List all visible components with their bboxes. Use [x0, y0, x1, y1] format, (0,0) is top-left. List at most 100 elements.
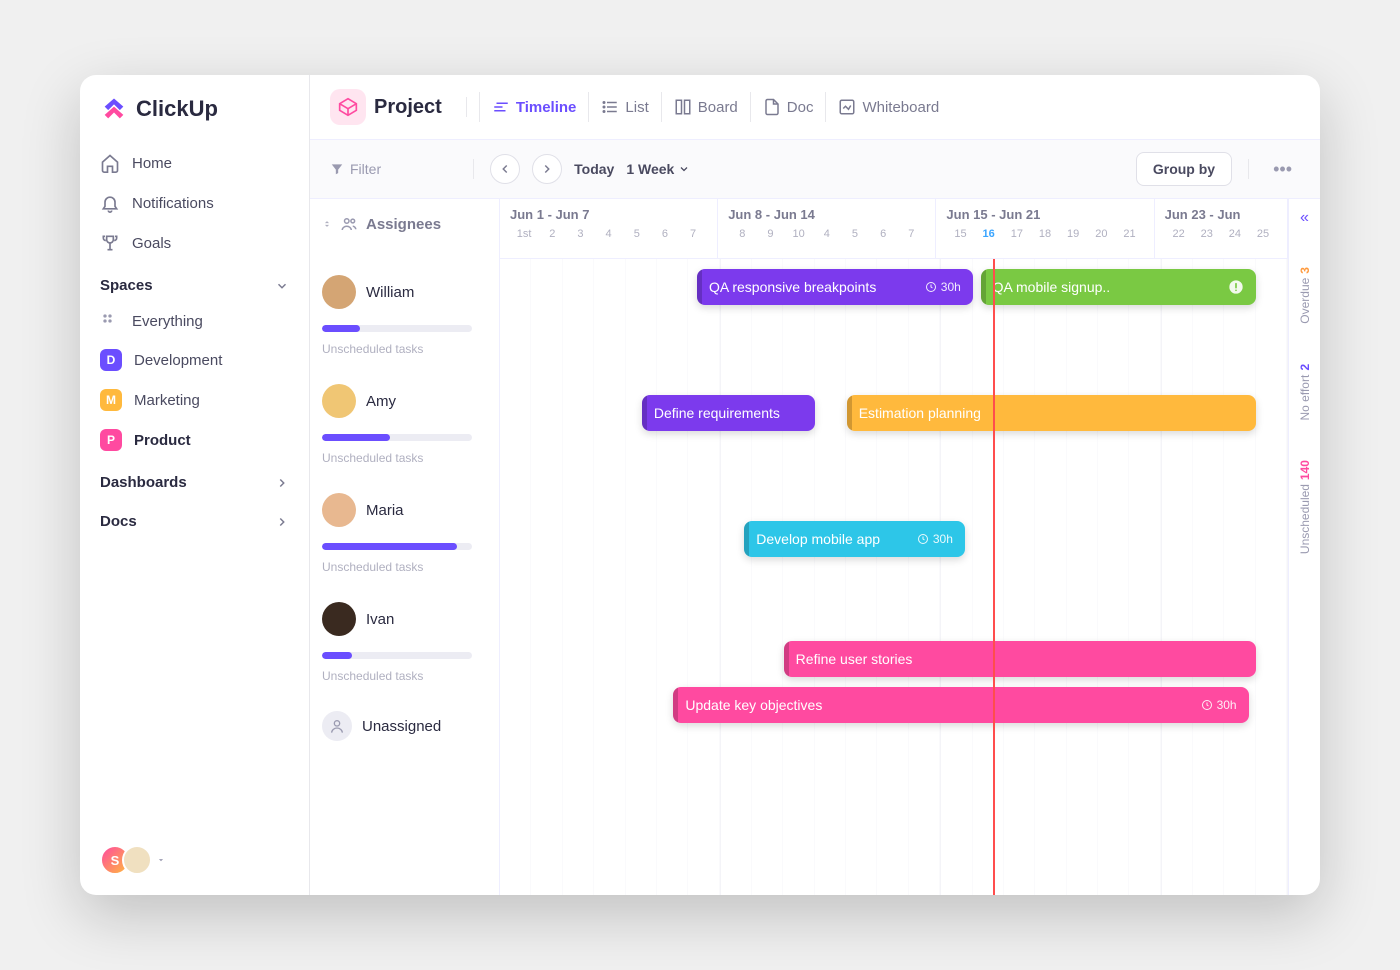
space-label: Marketing [134, 392, 200, 409]
task-label: Estimation planning [859, 405, 981, 421]
sidebar-item-everything[interactable]: Everything [80, 302, 309, 340]
week-column: Jun 1 - Jun 7 1st234567 [500, 199, 718, 258]
sidebar-item-marketing[interactable]: M Marketing [80, 380, 309, 420]
sidebar-item-development[interactable]: D Development [80, 340, 309, 380]
tab-doc[interactable]: Doc [750, 92, 826, 122]
gantt-row [500, 782, 1288, 895]
sidebar-item-home[interactable]: Home [80, 143, 309, 183]
divider [473, 159, 474, 179]
timeline-icon [492, 98, 510, 116]
doc-icon [763, 98, 781, 116]
nav-label: Home [132, 155, 172, 172]
user-avatar-group[interactable]: S [100, 845, 152, 875]
right-rail: « Overdue 3 No effort 2 Unscheduled 140 [1288, 199, 1320, 895]
whiteboard-icon [838, 98, 856, 116]
space-badge: P [100, 429, 122, 451]
day-6: 6 [869, 228, 897, 240]
range-selector[interactable]: 1 Week [626, 161, 690, 177]
bell-icon [100, 193, 120, 213]
gantt-row: QA responsive breakpoints30h QA mobile s… [500, 259, 1288, 385]
gantt-chart[interactable]: Jun 1 - Jun 7 1st234567 Jun 8 - Jun 14 8… [500, 199, 1288, 895]
day-25: 25 [1249, 228, 1277, 240]
spaces-section-header[interactable]: Spaces [80, 263, 309, 302]
tab-label: Timeline [516, 99, 577, 116]
week-label: Jun 23 - Jun [1165, 207, 1277, 222]
alert-icon [1228, 279, 1244, 295]
everything-label: Everything [132, 313, 203, 330]
assignee-name: Ivan [366, 611, 394, 628]
overdue-filter[interactable]: Overdue 3 [1298, 267, 1312, 324]
filter-button[interactable]: Filter [330, 161, 381, 177]
tab-whiteboard[interactable]: Whiteboard [825, 92, 951, 122]
week-column: Jun 15 - Jun 21 15161718192021 [936, 199, 1154, 258]
sidebar-item-product[interactable]: P Product [80, 420, 309, 460]
task-bar[interactable]: Update key objectives30h [673, 687, 1248, 723]
task-bar[interactable]: Define requirements [642, 395, 815, 431]
avatar [322, 493, 356, 527]
project-title: Project [374, 96, 442, 119]
day-1st: 1st [510, 228, 538, 240]
nav-label: Notifications [132, 195, 214, 212]
sidebar-footer: S [80, 845, 309, 875]
unassigned-row[interactable]: Unassigned [310, 697, 499, 771]
avatar [122, 845, 152, 875]
unassigned-label: Unassigned [362, 718, 441, 735]
main-content: Project Timeline List Board Doc Whiteboa… [310, 75, 1320, 895]
task-label: Define requirements [654, 405, 780, 421]
more-button[interactable]: ••• [1265, 159, 1300, 180]
day-8: 8 [728, 228, 756, 240]
tab-list[interactable]: List [588, 92, 660, 122]
task-bar[interactable]: Refine user stories [784, 641, 1257, 677]
day-20: 20 [1087, 228, 1115, 240]
task-bar[interactable]: Develop mobile app30h [744, 521, 965, 557]
day-10: 10 [785, 228, 813, 240]
no-effort-filter[interactable]: No effort 2 [1298, 364, 1312, 421]
collapse-rail-button[interactable]: « [1300, 209, 1309, 227]
caret-down-icon[interactable] [156, 855, 166, 865]
dashboards-section-header[interactable]: Dashboards [80, 460, 309, 499]
task-bar[interactable]: QA responsive breakpoints30h [697, 269, 973, 305]
assignee-row[interactable]: Ivan Unscheduled tasks [310, 588, 499, 697]
docs-section-header[interactable]: Docs [80, 499, 309, 538]
assignee-row[interactable]: Amy Unscheduled tasks [310, 370, 499, 479]
day-4: 4 [595, 228, 623, 240]
nav-label: Goals [132, 235, 171, 252]
task-bar[interactable]: Estimation planning [847, 395, 1257, 431]
project-badge[interactable] [330, 89, 366, 125]
tab-timeline[interactable]: Timeline [479, 92, 589, 122]
cube-icon [338, 97, 358, 117]
tab-board[interactable]: Board [661, 92, 750, 122]
task-hours: 30h [1201, 698, 1237, 712]
dashboards-label: Dashboards [100, 474, 187, 491]
task-hours: 30h [925, 280, 961, 294]
day-21: 21 [1115, 228, 1143, 240]
sidebar-item-goals[interactable]: Goals [80, 223, 309, 263]
progress-bar [322, 543, 472, 550]
group-by-button[interactable]: Group by [1136, 152, 1232, 186]
sidebar: ClickUp Home Notifications Goals Spaces … [80, 75, 310, 895]
unassigned-icon [322, 711, 352, 741]
today-button[interactable]: Today [574, 161, 614, 177]
assignee-name: William [366, 284, 414, 301]
tab-label: List [625, 99, 648, 116]
divider [1248, 159, 1249, 179]
sidebar-item-notifications[interactable]: Notifications [80, 183, 309, 223]
prev-button[interactable] [490, 154, 520, 184]
day-15: 15 [946, 228, 974, 240]
assignees-label: Assignees [366, 216, 441, 233]
day-19: 19 [1059, 228, 1087, 240]
tab-label: Doc [787, 99, 814, 116]
assignees-header[interactable]: Assignees [310, 199, 499, 261]
assignee-row[interactable]: Maria Unscheduled tasks [310, 479, 499, 588]
tab-label: Board [698, 99, 738, 116]
space-label: Product [134, 432, 191, 449]
progress-bar [322, 652, 472, 659]
assignee-row[interactable]: William Unscheduled tasks [310, 261, 499, 370]
task-bar[interactable]: QA mobile signup.. [981, 269, 1257, 305]
day-6: 6 [651, 228, 679, 240]
avatar [322, 384, 356, 418]
unscheduled-filter[interactable]: Unscheduled 140 [1298, 460, 1312, 554]
next-button[interactable] [532, 154, 562, 184]
brand-logo[interactable]: ClickUp [80, 95, 309, 143]
space-label: Development [134, 352, 222, 369]
